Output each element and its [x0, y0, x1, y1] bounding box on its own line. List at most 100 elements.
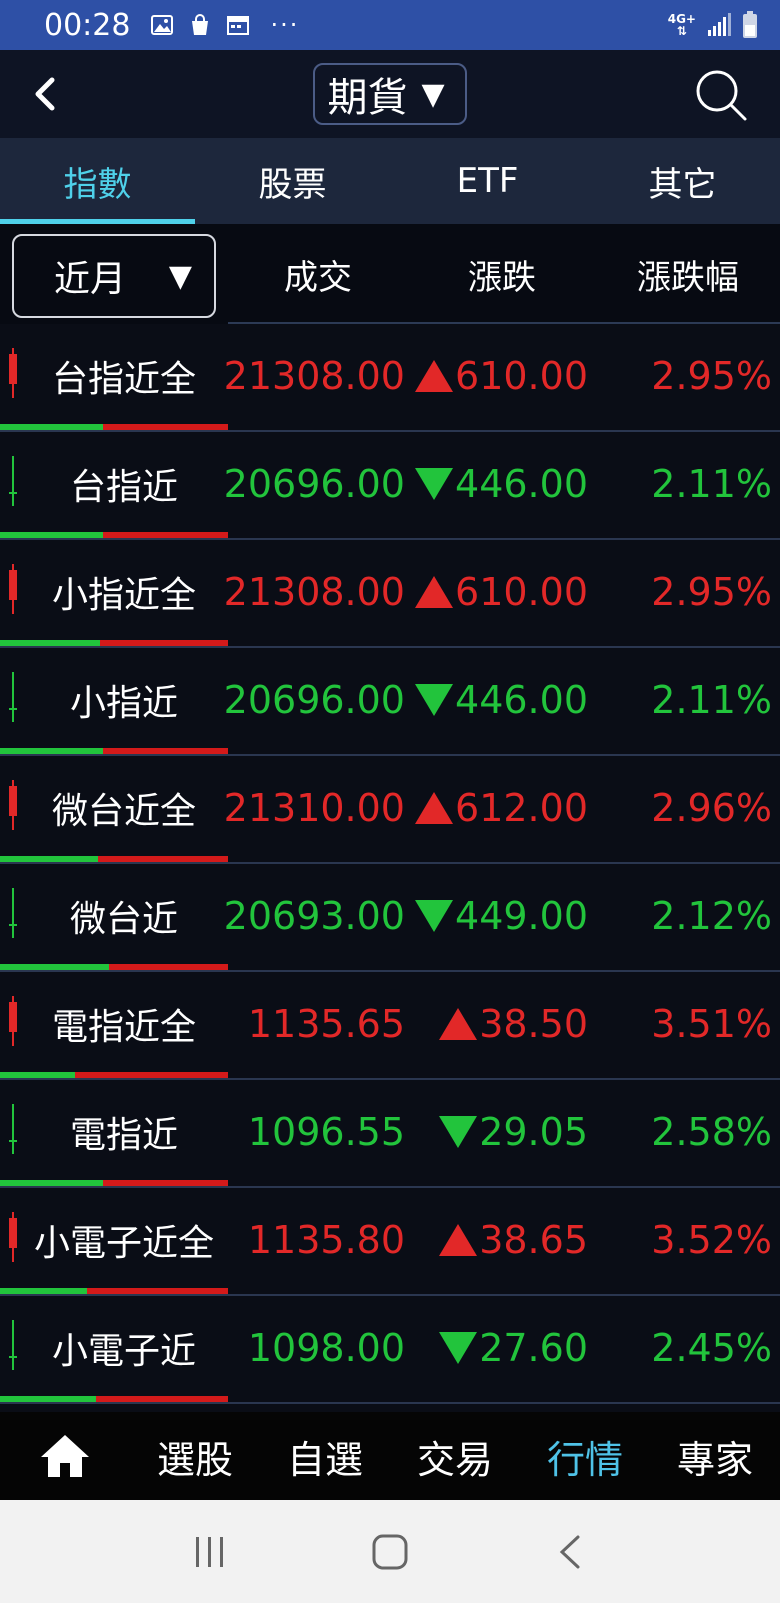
last-price: 21308.00 — [223, 354, 405, 398]
change-percent: 3.51% — [651, 1002, 772, 1046]
change-percent: 2.58% — [651, 1110, 772, 1154]
ratio-bar-green — [0, 532, 103, 538]
table-row[interactable]: 台指近全 21308.00 610.00 2.95% — [0, 324, 780, 432]
price-change-value: 38.50 — [479, 1002, 588, 1046]
system-navigation-bar — [0, 1500, 780, 1603]
contract-name: 台指近 — [69, 467, 178, 508]
price-change: 27.60 — [439, 1296, 588, 1400]
contract-name: 小指近全 — [51, 575, 196, 616]
ratio-bar-red — [102, 424, 228, 430]
ratio-bar-red — [86, 1288, 228, 1294]
tab-etf[interactable]: ETF — [390, 138, 585, 224]
month-selector-label: 近月 — [54, 259, 127, 300]
price-change-value: 610.00 — [455, 570, 588, 614]
column-change[interactable]: 漲跌 — [412, 224, 592, 324]
nav-trade[interactable]: 交易 — [390, 1412, 520, 1500]
nav-quotes[interactable]: 行情 — [520, 1412, 650, 1500]
change-percent: 2.95% — [651, 570, 772, 614]
price-change-value: 27.60 — [479, 1326, 588, 1370]
down-triangle-icon — [415, 900, 454, 932]
price-change-value: 449.00 — [455, 894, 588, 938]
change-percent: 2.11% — [651, 462, 772, 506]
table-row[interactable]: 小指近 20696.00 446.00 2.11% — [0, 648, 780, 756]
price-change: 446.00 — [415, 432, 588, 536]
ratio-bar-green — [0, 1288, 87, 1294]
price-change: 610.00 — [415, 540, 588, 644]
price-change: 29.05 — [439, 1080, 588, 1184]
ratio-bar-green — [0, 640, 101, 646]
contract-name: 電指近全 — [51, 1007, 196, 1048]
change-percent: 2.12% — [651, 894, 772, 938]
price-change-value: 446.00 — [455, 462, 588, 506]
nav-home[interactable] — [0, 1412, 130, 1500]
last-price: 21310.00 — [223, 786, 405, 830]
table-row[interactable]: 微台近全 21310.00 612.00 2.96% — [0, 756, 780, 864]
price-change-value: 612.00 — [455, 786, 588, 830]
up-triangle-icon — [439, 1008, 478, 1040]
table-row[interactable]: 電指近全 1135.65 38.50 3.51% — [0, 972, 780, 1080]
last-price: 1135.80 — [247, 1218, 405, 1262]
shopping-bag-icon — [192, 14, 209, 35]
buy-sell-ratio-bar — [0, 748, 228, 754]
nav-watchlist[interactable]: 自選 — [260, 1412, 390, 1500]
price-change: 38.50 — [439, 972, 588, 1076]
ratio-bar-red — [102, 748, 228, 754]
tab-stocks[interactable]: 股票 — [195, 138, 390, 224]
column-price[interactable]: 成交 — [228, 224, 408, 324]
price-change-value: 29.05 — [479, 1110, 588, 1154]
month-selector[interactable]: 近月 ▼ — [12, 234, 216, 318]
tab-others[interactable]: 其它 — [585, 138, 780, 224]
status-time: 00:28 — [44, 7, 131, 43]
table-row[interactable]: 小指近全 21308.00 610.00 2.95% — [0, 540, 780, 648]
buy-sell-ratio-bar — [0, 1180, 228, 1186]
contract-name: 台指近全 — [51, 359, 196, 400]
contract-name: 微台近 — [69, 899, 178, 940]
ratio-bar-red — [75, 1072, 228, 1078]
table-row[interactable]: 微台近 20693.00 449.00 2.12% — [0, 864, 780, 972]
buy-sell-ratio-bar — [0, 640, 228, 646]
home-button[interactable] — [365, 1527, 415, 1577]
ratio-bar-red — [102, 532, 228, 538]
gallery-icon — [151, 15, 174, 35]
change-percent: 2.45% — [651, 1326, 772, 1370]
chevron-down-icon: ▼ — [421, 76, 445, 112]
table-row[interactable]: 台指近 20696.00 446.00 2.11% — [0, 432, 780, 540]
battery-icon — [743, 11, 757, 38]
down-triangle-icon — [415, 684, 454, 716]
table-row[interactable]: 電指近 1096.55 29.05 2.58% — [0, 1080, 780, 1188]
table-row[interactable]: 小電子近全 1135.80 38.65 3.52% — [0, 1188, 780, 1296]
price-change: 446.00 — [415, 648, 588, 752]
buy-sell-ratio-bar — [0, 1288, 228, 1294]
search-icon[interactable] — [694, 68, 748, 122]
last-price: 20696.00 — [223, 462, 405, 506]
change-percent: 2.95% — [651, 354, 772, 398]
tab-index[interactable]: 指數 — [0, 138, 195, 224]
futures-list: 台指近全 21308.00 610.00 2.95% 台指近 20696.00 … — [0, 324, 780, 1404]
ratio-bar-green — [0, 1180, 103, 1186]
back-arrow-icon[interactable] — [26, 72, 66, 116]
buy-sell-ratio-bar — [0, 964, 228, 970]
nav-experts[interactable]: 專家 — [650, 1412, 780, 1500]
more-notifications-icon: ··· — [270, 11, 300, 39]
up-triangle-icon — [415, 792, 454, 824]
buy-sell-ratio-bar — [0, 532, 228, 538]
last-price: 1098.00 — [247, 1326, 405, 1370]
system-back-button[interactable] — [545, 1527, 595, 1577]
table-row[interactable]: 小電子近 1098.00 27.60 2.45% — [0, 1296, 780, 1404]
price-change: 449.00 — [415, 864, 588, 968]
ratio-bar-green — [0, 1072, 76, 1078]
status-bar: 00:28 ··· 4G+ ⇅ — [0, 0, 780, 50]
market-type-dropdown[interactable]: 期貨 ▼ — [313, 63, 467, 125]
buy-sell-ratio-bar — [0, 1072, 228, 1078]
buy-sell-ratio-bar — [0, 1396, 228, 1402]
contract-name: 小電子近全 — [33, 1223, 214, 1264]
category-tabs: 指數 股票 ETF 其它 — [0, 138, 780, 224]
column-header: 近月 ▼ 成交 漲跌 漲跌幅 — [0, 224, 780, 324]
nav-stock-picker[interactable]: 選股 — [130, 1412, 260, 1500]
home-square-icon — [372, 1534, 408, 1569]
column-change-pct[interactable]: 漲跌幅 — [596, 224, 780, 324]
recent-apps-button[interactable] — [185, 1527, 235, 1577]
change-percent: 2.96% — [651, 786, 772, 830]
down-triangle-icon — [415, 468, 454, 500]
last-price: 1096.55 — [247, 1110, 405, 1154]
